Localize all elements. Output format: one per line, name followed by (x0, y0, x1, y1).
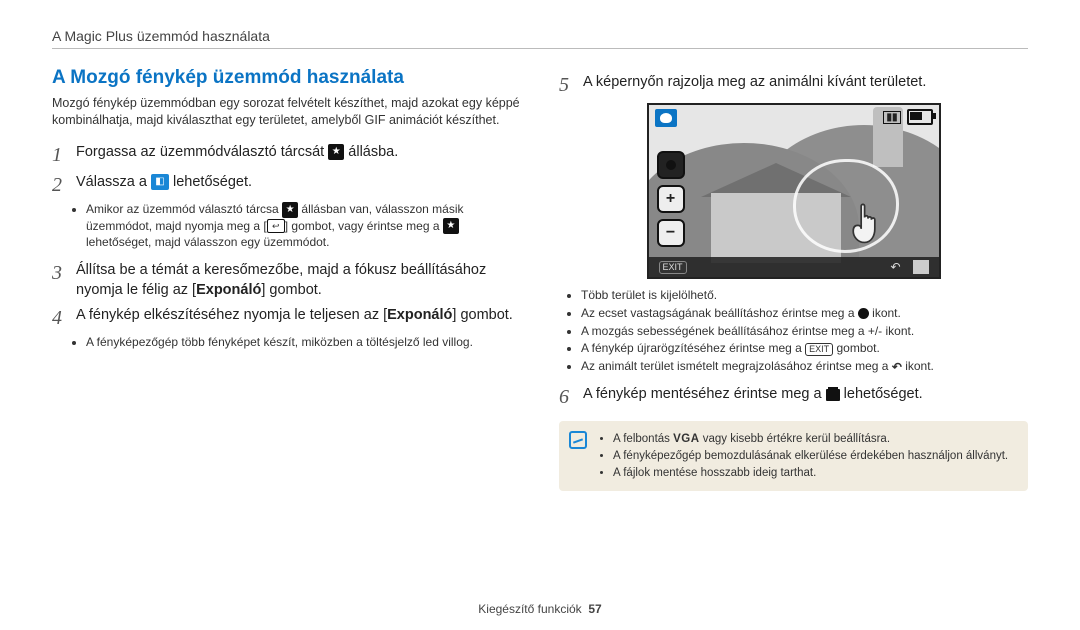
screen-bottom-bar: EXIT ↶ (649, 257, 939, 277)
step-2: 2 Válassza a ◧ lehetőséget. (52, 173, 521, 197)
exit-button[interactable]: EXIT (659, 261, 687, 274)
list-item: A mozgás sebességének beállításához érin… (581, 323, 1028, 340)
page-footer: Kiegészítő funkciók 57 (0, 602, 1080, 616)
save-icon[interactable] (913, 260, 929, 274)
right-column: 5 A képernyőn rajzolja meg az animálni k… (559, 67, 1028, 491)
list-item: Az animált terület ismételt megrajzolásá… (581, 358, 1028, 375)
status-bar-right: ▮▮ (883, 109, 932, 125)
face-detect-icon (655, 109, 677, 127)
two-column-layout: A Mozgó fénykép üzemmód használata Mozgó… (52, 67, 1028, 491)
mode-dial-star-icon: ★ (282, 202, 298, 218)
side-controls: + − (657, 151, 685, 247)
step-text: Állítsa be a témát a keresőmezőbe, majd … (76, 261, 521, 300)
step-number: 5 (559, 73, 583, 97)
step-number: 6 (559, 385, 583, 409)
battery-icon (907, 109, 933, 125)
step-3: 3 Állítsa be a témát a keresőmezőbe, maj… (52, 261, 521, 300)
list-item: A fényképezőgép több fényképet készít, m… (86, 334, 521, 351)
vga-label: VGA (673, 433, 699, 445)
step-text: Forgassa az üzemmódválasztó tárcsát ★ ál… (76, 143, 398, 163)
list-item: Több terület is kijelölhető. (581, 287, 1028, 304)
left-column: A Mozgó fénykép üzemmód használata Mozgó… (52, 67, 521, 491)
step-4-notes: A fényképezőgép több fényképet készít, m… (86, 334, 521, 351)
mode-dial-star-icon: ★ (443, 218, 459, 234)
step-6: 6 A fénykép mentéséhez érintse meg a leh… (559, 385, 1028, 409)
step-text: Válassza a ◧ lehetőséget. (76, 173, 252, 193)
step-number: 3 (52, 261, 76, 285)
camera-screen-illustration: ▮▮ + − EXIT ↶ (647, 103, 941, 279)
counter-badge: ▮▮ (883, 111, 900, 124)
back-button-icon: ↩ (267, 219, 285, 233)
manual-page: A Magic Plus üzemmód használata A Mozgó … (0, 0, 1080, 630)
list-item: A fénykép újrarögzítéséhez érintse meg a… (581, 340, 1028, 357)
list-item: Amikor az üzemmód választó tárcsa ★ állá… (86, 201, 521, 251)
page-number: 57 (588, 602, 601, 616)
note-item: A fájlok mentése hosszabb ideig tarthat. (613, 465, 1016, 482)
note-item: A felbontás VGA vagy kisebb értékre kerü… (613, 431, 1016, 448)
note-box: A felbontás VGA vagy kisebb értékre kerü… (559, 421, 1028, 491)
step-1: 1 Forgassa az üzemmódválasztó tárcsát ★ … (52, 143, 521, 167)
exit-label: EXIT (805, 343, 833, 356)
brush-dot-icon (858, 308, 869, 319)
note-item: A fényképezőgép bemozdulásának elkerülés… (613, 448, 1016, 465)
list-item: Az ecset vastagságának beállításhoz érin… (581, 305, 1028, 322)
save-icon (826, 389, 840, 401)
undo-icon: ↶ (892, 359, 902, 376)
breadcrumb: A Magic Plus üzemmód használata (52, 28, 1028, 44)
section-title: A Mozgó fénykép üzemmód használata (52, 67, 521, 89)
step-text: A fénykép mentéséhez érintse meg a lehet… (583, 385, 923, 405)
step-number: 4 (52, 306, 76, 330)
step-5: 5 A képernyőn rajzolja meg az animálni k… (559, 73, 1028, 97)
step-number: 1 (52, 143, 76, 167)
divider (52, 48, 1028, 49)
note-icon (569, 431, 587, 449)
step-number: 2 (52, 173, 76, 197)
step-text: A fénykép elkészítéséhez nyomja le telje… (76, 306, 513, 326)
touch-hand-icon (845, 197, 891, 247)
step-text: A képernyőn rajzolja meg az animálni kív… (583, 73, 926, 93)
speed-minus-button[interactable]: − (657, 219, 685, 247)
brush-size-button[interactable] (657, 151, 685, 179)
intro-paragraph: Mozgó fénykép üzemmódban egy sorozat fel… (52, 95, 521, 129)
step-2-notes: Amikor az üzemmód választó tárcsa ★ állá… (86, 201, 521, 251)
moving-photo-mode-icon: ◧ (151, 174, 169, 190)
undo-icon[interactable]: ↶ (890, 260, 900, 274)
step-5-notes: Több terület is kijelölhető. Az ecset va… (581, 287, 1028, 375)
speed-plus-button[interactable]: + (657, 185, 685, 213)
step-4: 4 A fénykép elkészítéséhez nyomja le tel… (52, 306, 521, 330)
mode-dial-star-icon: ★ (328, 144, 344, 160)
